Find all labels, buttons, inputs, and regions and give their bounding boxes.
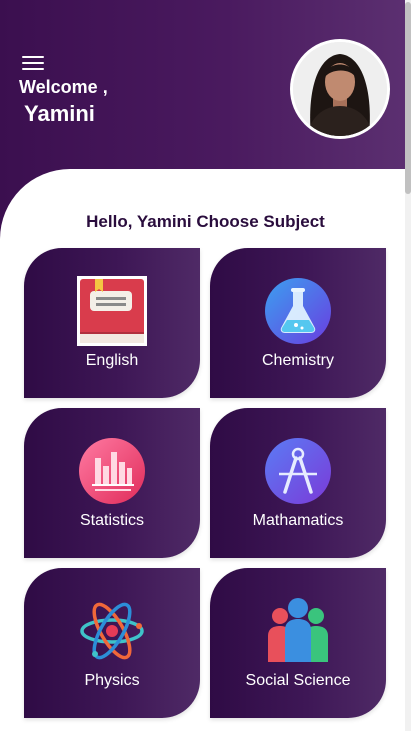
scrollbar-thumb[interactable]	[405, 2, 411, 194]
welcome-label: Welcome ,	[19, 77, 108, 97]
subject-label: Statistics	[79, 512, 144, 529]
user-name: Yamini	[24, 101, 95, 126]
avatar[interactable]	[290, 39, 390, 139]
scrollbar[interactable]	[405, 0, 411, 731]
profile-photo	[293, 42, 387, 136]
book-icon	[77, 276, 147, 346]
bar-chart-icon	[79, 438, 145, 504]
subject-label: Mathamatics	[252, 512, 344, 529]
subject-card-mathamatics[interactable]: Mathamatics	[210, 408, 386, 558]
atom-icon	[80, 602, 144, 660]
subject-card-social-science[interactable]: Social Science	[210, 568, 386, 718]
hamburger-icon[interactable]	[22, 56, 44, 72]
subject-card-english[interactable]: English	[24, 248, 200, 398]
compass-icon	[265, 438, 331, 504]
subject-label: Chemistry	[261, 352, 334, 369]
subject-card-chemistry[interactable]: Chemistry	[210, 248, 386, 398]
subject-label: English	[85, 352, 139, 369]
subject-card-statistics[interactable]: Statistics	[24, 408, 200, 558]
greeting-heading: Hello, Yamini Choose Subject	[86, 212, 325, 231]
subject-label: Social Science	[245, 672, 351, 689]
flask-icon	[265, 278, 331, 344]
subject-label: Physics	[84, 672, 140, 689]
people-icon	[268, 598, 328, 662]
subject-card-physics[interactable]: Physics	[24, 568, 200, 718]
